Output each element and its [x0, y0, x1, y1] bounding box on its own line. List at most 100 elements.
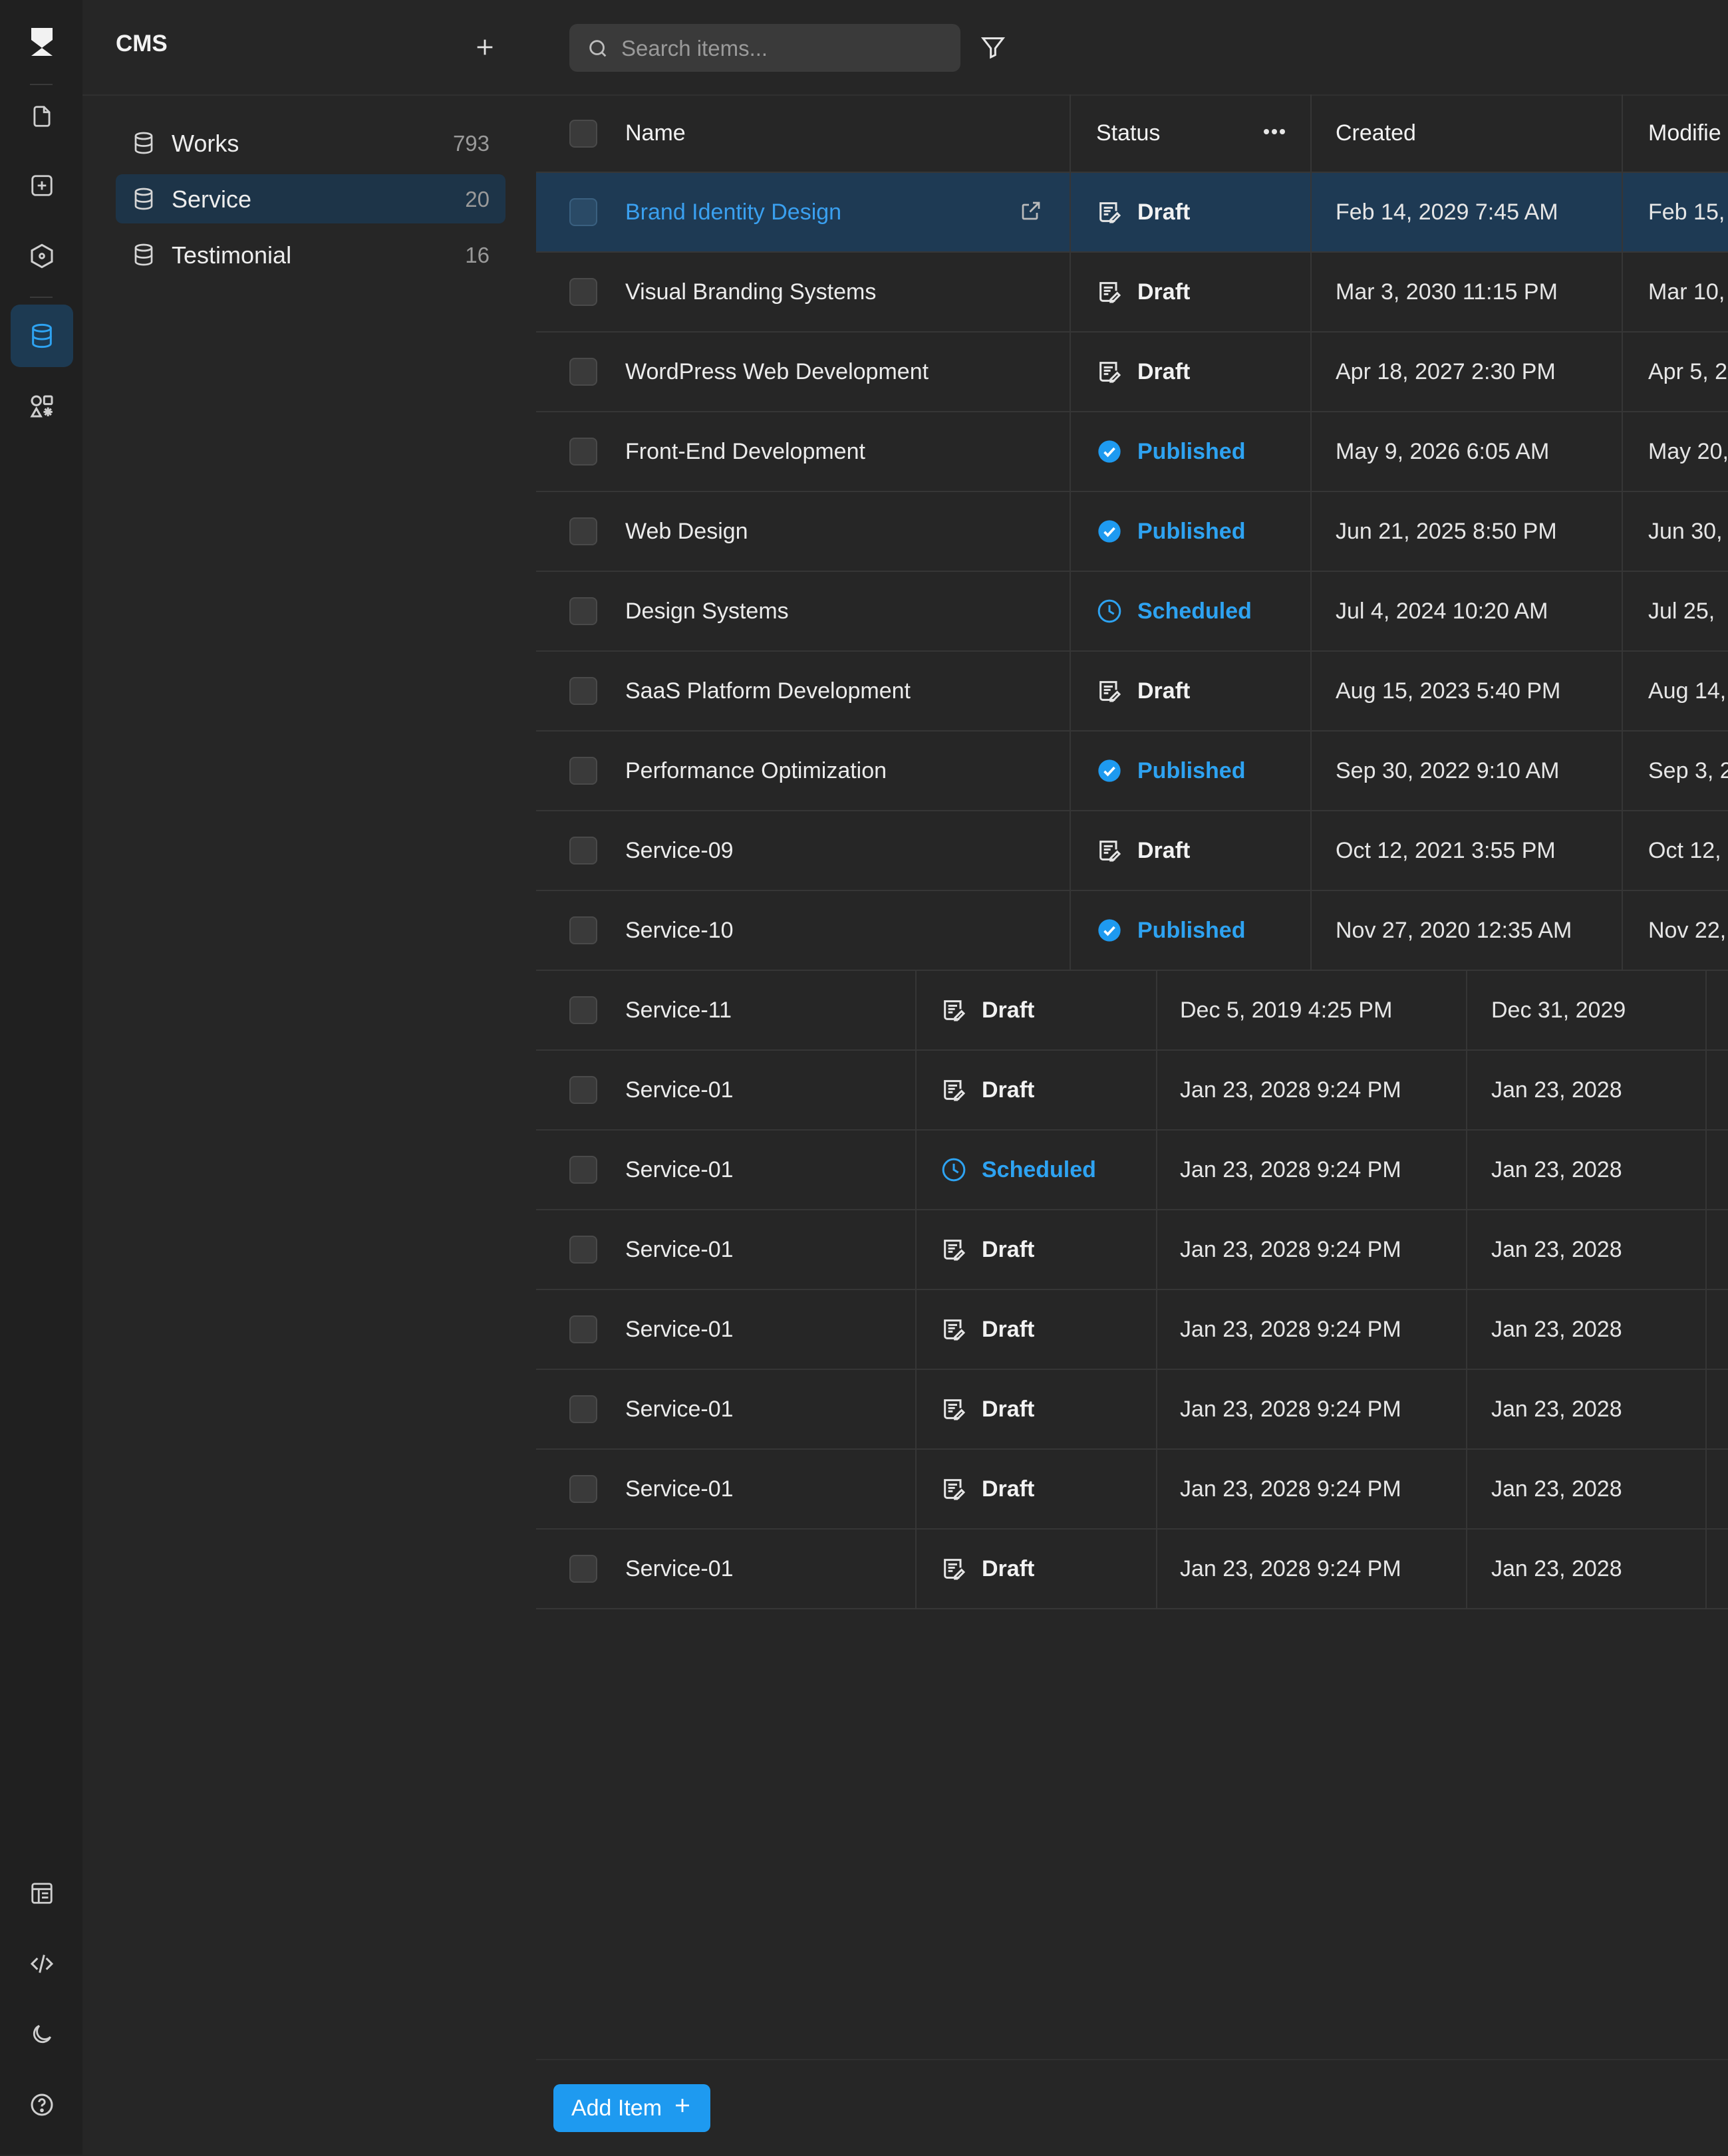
- table-row[interactable]: Service-01 Draft Jan 23, 2028 9:24 PM Jan 2…: [536, 1290, 1728, 1370]
- filter-button[interactable]: [975, 31, 1011, 67]
- item-name[interactable]: WordPress Web Development: [625, 359, 929, 385]
- item-name[interactable]: Service-01: [625, 1317, 734, 1343]
- row-checkbox[interactable]: [569, 837, 597, 865]
- row-checkbox[interactable]: [569, 1395, 597, 1423]
- pages-icon[interactable]: [11, 85, 73, 148]
- row-checkbox[interactable]: [569, 1076, 597, 1104]
- collection-count: 20: [465, 187, 490, 211]
- components-icon[interactable]: [11, 225, 73, 287]
- status-label: Draft: [982, 1555, 1035, 1581]
- dark-mode-icon[interactable]: [11, 2003, 73, 2066]
- logo-icon[interactable]: [11, 11, 73, 73]
- draft-icon: [1096, 358, 1123, 385]
- modified-date: Jan 23, 2028: [1491, 1156, 1622, 1182]
- row-checkbox[interactable]: [569, 597, 597, 625]
- table-row[interactable]: Service-11 Draft Dec 5, 2019 4:25 PM Dec 31…: [536, 971, 1728, 1051]
- row-checkbox[interactable]: [569, 916, 597, 944]
- row-checkbox[interactable]: [569, 358, 597, 386]
- modified-date: Aug 14,: [1648, 678, 1727, 704]
- add-item-button[interactable]: Add Item: [553, 2084, 710, 2132]
- table-row[interactable]: Service-01 Draft Jan 23, 2028 9:24 PM Jan 2…: [536, 1370, 1728, 1450]
- row-checkbox[interactable]: [569, 1156, 597, 1184]
- column-header-status[interactable]: Status: [1096, 120, 1160, 146]
- table-row[interactable]: Service-01 Draft Jan 23, 2028 9:24 PM Jan 2…: [536, 1051, 1728, 1131]
- select-all-checkbox[interactable]: [569, 120, 597, 148]
- row-checkbox[interactable]: [569, 677, 597, 705]
- status-label: Draft: [1137, 279, 1191, 305]
- column-header-modified[interactable]: Modifie: [1648, 120, 1721, 146]
- row-checkbox[interactable]: [569, 1315, 597, 1343]
- row-checkbox[interactable]: [569, 1236, 597, 1264]
- table-row[interactable]: Service-10 Published Nov 27, 2020 12:35 AM…: [536, 891, 1728, 971]
- help-icon[interactable]: [11, 2074, 73, 2136]
- table-row[interactable]: Front-End Development Published May 9, 202…: [536, 412, 1728, 492]
- open-external-button[interactable]: [1019, 173, 1043, 251]
- layout-icon[interactable]: [11, 1862, 73, 1925]
- item-name[interactable]: Brand Identity Design: [625, 200, 841, 225]
- row-checkbox[interactable]: [569, 757, 597, 785]
- item-name[interactable]: SaaS Platform Development: [625, 678, 911, 704]
- row-checkbox[interactable]: [569, 996, 597, 1024]
- item-name[interactable]: Visual Branding Systems: [625, 279, 876, 305]
- assets-icon[interactable]: [11, 375, 73, 438]
- status-label: Draft: [982, 1236, 1035, 1262]
- table-row[interactable]: Brand Identity Design Draft Feb 14, 2029 7…: [536, 173, 1728, 253]
- collection-item-works[interactable]: Works 793: [116, 118, 505, 168]
- item-name[interactable]: Front-End Development: [625, 439, 865, 465]
- status-cell: Published: [1096, 492, 1245, 571]
- table-row[interactable]: WordPress Web Development Draft Apr 18, 20…: [536, 333, 1728, 412]
- row-checkbox[interactable]: [569, 198, 597, 226]
- item-name[interactable]: Performance Optimization: [625, 758, 887, 784]
- table-row[interactable]: Design Systems Scheduled Jul 4, 2024 10:20…: [536, 572, 1728, 652]
- item-name[interactable]: Service-01: [625, 1157, 734, 1183]
- table-row[interactable]: Web Design Published Jun 21, 2025 8:50 PM J…: [536, 492, 1728, 572]
- row-checkbox[interactable]: [569, 1475, 597, 1503]
- item-name[interactable]: Web Design: [625, 519, 748, 545]
- search-box[interactable]: [569, 24, 960, 72]
- item-name[interactable]: Service-01: [625, 1556, 734, 1582]
- modified-date: Apr 5, 2: [1648, 358, 1728, 384]
- item-name[interactable]: Service-01: [625, 1077, 734, 1103]
- table-row[interactable]: Service-09 Draft Oct 12, 2021 3:55 PM Oct 1…: [536, 811, 1728, 891]
- created-date: Jan 23, 2028 9:24 PM: [1180, 1156, 1401, 1182]
- table-row[interactable]: Performance Optimization Published Sep 30,…: [536, 732, 1728, 811]
- column-header-name[interactable]: Name: [625, 120, 686, 146]
- item-name[interactable]: Service-10: [625, 918, 734, 944]
- table-row[interactable]: SaaS Platform Development Draft Aug 15, 20…: [536, 652, 1728, 732]
- table-row[interactable]: Service-01 Draft Jan 23, 2028 9:24 PM Jan 2…: [536, 1530, 1728, 1609]
- row-checkbox[interactable]: [569, 278, 597, 306]
- add-collection-button[interactable]: [468, 31, 502, 64]
- status-cell: Draft: [940, 1051, 1034, 1129]
- cms-database-icon[interactable]: [11, 305, 73, 367]
- plus-icon: [672, 2095, 692, 2121]
- search-input[interactable]: [620, 31, 948, 67]
- item-name[interactable]: Service-09: [625, 838, 734, 864]
- modified-date: Jan 23, 2028: [1491, 1555, 1622, 1581]
- table-row[interactable]: Visual Branding Systems Draft Mar 3, 2030 …: [536, 253, 1728, 333]
- row-checkbox[interactable]: [569, 1555, 597, 1583]
- collection-item-testimonial[interactable]: Testimonial 16: [116, 230, 505, 279]
- column-options-button[interactable]: [1261, 94, 1288, 172]
- created-date: Dec 5, 2019 4:25 PM: [1180, 997, 1393, 1023]
- collection-item-service[interactable]: Service 20: [116, 174, 505, 223]
- add-item-label: Add Item: [571, 2095, 662, 2121]
- modified-date: Jan 23, 2028: [1491, 1316, 1622, 1342]
- item-name[interactable]: Design Systems: [625, 599, 789, 624]
- add-element-icon[interactable]: [11, 154, 73, 217]
- status-cell: Draft: [940, 1530, 1034, 1608]
- code-icon[interactable]: [11, 1933, 73, 1995]
- row-checkbox[interactable]: [569, 438, 597, 466]
- item-name[interactable]: Service-01: [625, 1237, 734, 1263]
- table-row[interactable]: Service-01 Scheduled Jan 23, 2028 9:24 PM J…: [536, 1131, 1728, 1210]
- created-date: Jul 4, 2024 10:20 AM: [1336, 598, 1548, 624]
- status-label: Draft: [982, 1476, 1035, 1502]
- row-checkbox[interactable]: [569, 517, 597, 545]
- item-name[interactable]: Service-01: [625, 1397, 734, 1422]
- column-header-created[interactable]: Created: [1336, 120, 1416, 146]
- created-date: Jan 23, 2028 9:24 PM: [1180, 1555, 1401, 1581]
- item-name[interactable]: Service-01: [625, 1476, 734, 1502]
- table-row[interactable]: Service-01 Draft Jan 23, 2028 9:24 PM Jan 2…: [536, 1450, 1728, 1530]
- icon-rail: [0, 0, 84, 2155]
- table-row[interactable]: Service-01 Draft Jan 23, 2028 9:24 PM Jan 2…: [536, 1210, 1728, 1290]
- item-name[interactable]: Service-11: [625, 998, 732, 1023]
